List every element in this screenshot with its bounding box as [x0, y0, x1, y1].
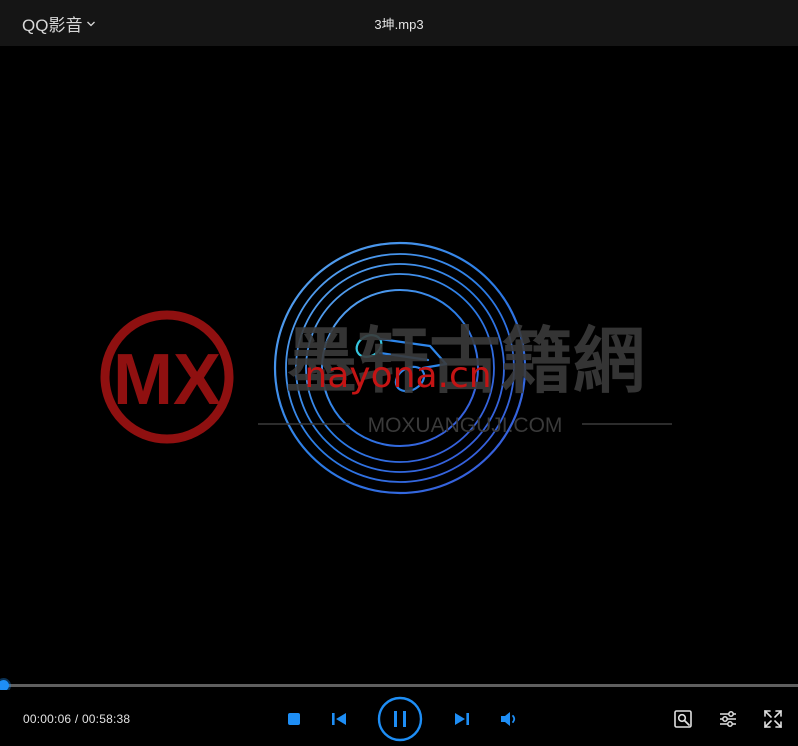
- equalizer-settings-icon: [720, 711, 736, 727]
- seek-track: [0, 684, 798, 687]
- seek-bar[interactable]: [0, 680, 798, 691]
- next-button[interactable]: [451, 709, 473, 729]
- time-display: 00:00:06 / 00:58:38: [23, 712, 130, 726]
- stop-button[interactable]: [284, 709, 304, 729]
- toolbox-icon: [674, 710, 692, 728]
- audio-visualization: MX 墨轩古籍網 nayona.cn MOXUANGUJI.COM: [100, 241, 672, 495]
- toolbox-button[interactable]: [672, 708, 694, 730]
- play-pause-button[interactable]: [377, 696, 423, 742]
- qq-player-window: QQ影音 3坤.mp3 MX 墨轩古籍網 nayona.cn MOXUANGUJ…: [0, 0, 798, 746]
- skip-next-icon: [455, 713, 469, 725]
- watermark-logo-text: MX: [113, 340, 221, 420]
- watermark-overlay-text: nayona.cn: [304, 355, 491, 396]
- video-area[interactable]: MX 墨轩古籍網 nayona.cn MOXUANGUJI.COM: [0, 46, 798, 682]
- pause-icon: [377, 696, 423, 742]
- skip-previous-icon: [332, 713, 346, 725]
- previous-button[interactable]: [328, 709, 350, 729]
- volume-button[interactable]: [498, 708, 522, 730]
- fullscreen-button[interactable]: [762, 708, 784, 730]
- volume-icon: [501, 712, 516, 726]
- file-title: 3坤.mp3: [374, 17, 424, 32]
- fullscreen-icon: [764, 710, 782, 728]
- watermark-logo: MX: [100, 310, 234, 444]
- stop-icon: [288, 713, 300, 725]
- current-time: 00:00:06: [23, 712, 72, 726]
- time-separator: /: [74, 712, 82, 726]
- settings-button[interactable]: [717, 708, 739, 730]
- total-time: 00:58:38: [81, 712, 131, 726]
- watermark-domain-text: MOXUANGUJI.COM: [368, 414, 563, 437]
- title-bar: QQ影音 3坤.mp3: [0, 0, 798, 46]
- control-bar: 00:00:06 / 00:58:38: [0, 690, 798, 746]
